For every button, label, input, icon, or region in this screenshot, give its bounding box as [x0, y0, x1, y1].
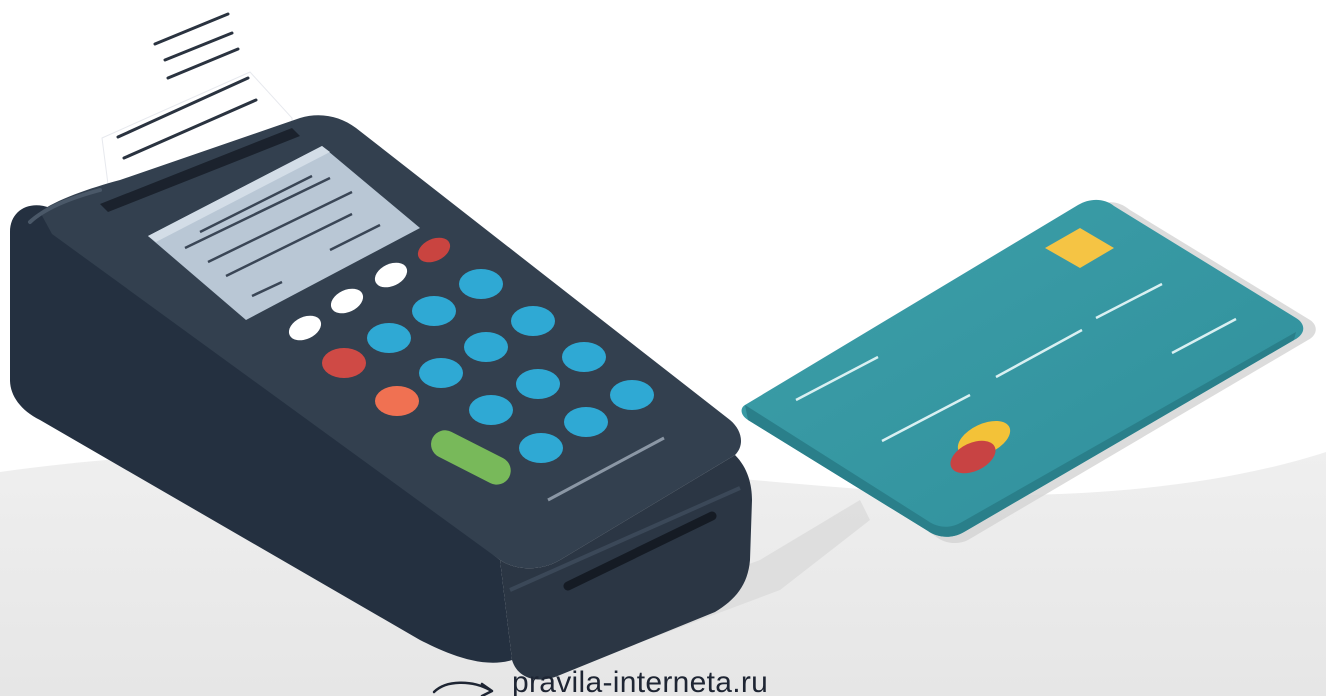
blue-key	[511, 306, 555, 336]
blue-key	[367, 323, 411, 353]
blue-key	[419, 358, 463, 388]
arrow-icon	[432, 681, 494, 696]
blue-key	[464, 332, 508, 362]
blue-key	[610, 380, 654, 410]
blue-key	[562, 342, 606, 372]
cancel-key	[322, 348, 366, 378]
blue-key	[564, 407, 608, 437]
scene-svg	[0, 12, 1326, 696]
watermark-text: pravila-interneta.ru	[512, 666, 769, 696]
blue-key	[412, 296, 456, 326]
blue-key	[516, 369, 560, 399]
blue-key	[519, 433, 563, 463]
clear-key	[375, 386, 419, 416]
blue-key	[469, 395, 513, 425]
blue-key	[459, 269, 503, 299]
illustration: pravila-interneta.ru	[0, 0, 1326, 696]
